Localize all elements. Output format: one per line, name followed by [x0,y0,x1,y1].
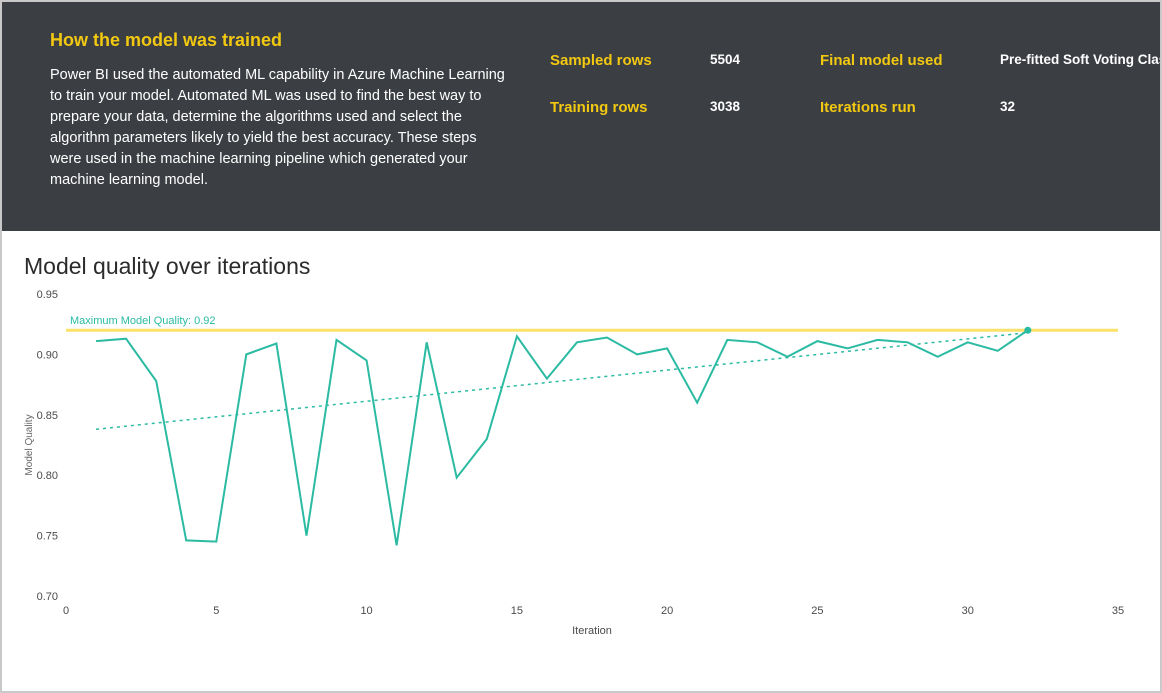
stat-label-final-model: Final model used [820,52,970,69]
y-tick-label: 0.90 [37,349,58,361]
chart-title: Model quality over iterations [24,253,1144,280]
chart-section: Model quality over iterations 0.700.750.… [2,231,1160,656]
stat-label-iterations: Iterations run [820,99,970,116]
stat-label-training-rows: Training rows [550,99,680,116]
x-tick-label: 0 [63,605,69,617]
hero-banner: How the model was trained Power BI used … [2,2,1160,231]
stat-label-sampled-rows: Sampled rows [550,52,680,69]
x-tick-label: 30 [962,605,974,617]
report-page: How the model was trained Power BI used … [0,0,1162,693]
y-tick-label: 0.85 [37,410,58,422]
hero-text-block: How the model was trained Power BI used … [50,30,510,191]
x-tick-label: 15 [511,605,523,617]
chart-svg: 0.70 0.75 0.80 0.85 0.90 0.95 0 5 10 15 20 25 30 35 Ma… [18,284,1138,644]
y-axis-title: Model Quality [24,415,35,476]
reference-line-label: Maximum Model Quality: 0.92 [70,315,216,327]
chart-container: 0.70 0.75 0.80 0.85 0.90 0.95 0 5 10 15 20 25 30 35 Ma… [18,284,1138,644]
y-tick-label: 0.80 [37,470,58,482]
y-tick-label: 0.95 [37,289,58,301]
hero-stats-grid: Sampled rows 5504 Final model used Pre-f… [550,30,1162,191]
series-end-point [1024,327,1031,334]
x-tick-label: 20 [661,605,673,617]
x-tick-label: 35 [1112,605,1124,617]
y-tick-label: 0.70 [37,591,58,603]
x-axis-title: Iteration [572,625,612,637]
hero-description: Power BI used the automated ML capabilit… [50,65,510,191]
x-tick-label: 5 [213,605,219,617]
stat-value-final-model: Pre-fitted Soft Voting Classifier [1000,52,1162,69]
stat-value-sampled-rows: 5504 [710,52,790,69]
x-tick-label: 10 [360,605,372,617]
stat-value-training-rows: 3038 [710,99,790,116]
hero-title: How the model was trained [50,30,510,51]
x-tick-label: 25 [811,605,823,617]
stat-value-iterations: 32 [1000,99,1162,116]
series-line-model-quality [96,330,1028,545]
y-tick-label: 0.75 [37,531,58,543]
